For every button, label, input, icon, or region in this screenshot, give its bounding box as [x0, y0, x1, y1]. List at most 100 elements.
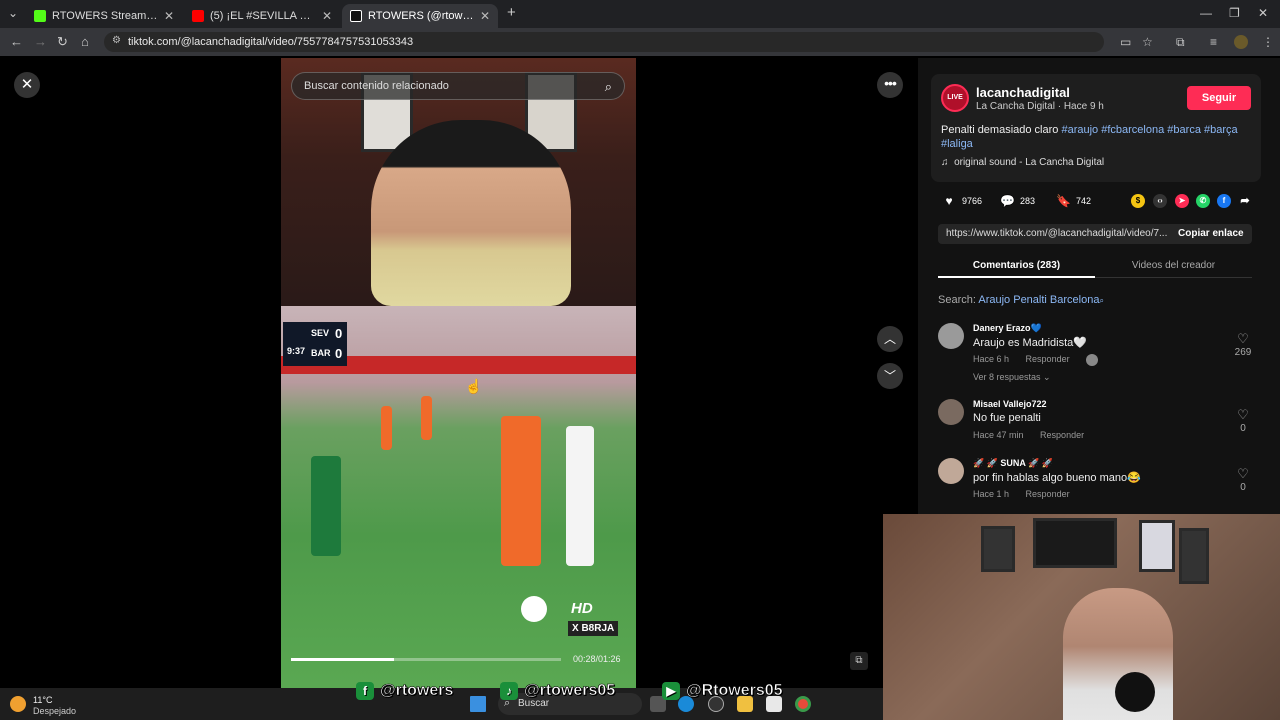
- streamer-webcam-overlay: [883, 514, 1280, 720]
- facebook-icon[interactable]: f: [1217, 194, 1231, 208]
- hashtag-link[interactable]: #laliga: [941, 138, 973, 150]
- window-close-icon[interactable]: ✕: [1258, 6, 1268, 20]
- wall-frame: [1179, 528, 1209, 584]
- sound-label: original sound - La Cancha Digital: [954, 157, 1105, 168]
- back-icon[interactable]: ←: [10, 34, 23, 49]
- ball: [521, 596, 547, 622]
- media-icon[interactable]: ≡: [1210, 35, 1217, 49]
- tab-kick[interactable]: RTOWERS Stream - Watch Live ✕: [26, 4, 182, 28]
- forward-icon[interactable]: →: [34, 34, 47, 49]
- close-tab-icon[interactable]: ✕: [164, 9, 174, 23]
- comment-button[interactable]: 💬 283: [1000, 194, 1035, 208]
- youtube-icon: [192, 10, 204, 22]
- comment-author[interactable]: Danery Erazo💙: [973, 323, 1042, 334]
- comment-avatar[interactable]: [938, 399, 964, 425]
- comment-author[interactable]: Misael Vallejo722: [973, 399, 1047, 409]
- next-video-button[interactable]: ﹀: [877, 363, 903, 389]
- hashtag-link[interactable]: #araujo: [1061, 124, 1098, 136]
- social-handle: @rtowers: [380, 682, 454, 700]
- close-tab-icon[interactable]: ✕: [322, 9, 332, 23]
- more-options-button[interactable]: •••: [877, 72, 903, 98]
- comment-item: Danery Erazo💙 Araujo es Madridista🤍 Hace…: [938, 321, 1258, 391]
- related-search-input[interactable]: Buscar contenido relacionado ⌕: [291, 72, 625, 100]
- creator-username[interactable]: lacanchadigital: [976, 85, 1070, 100]
- overlay-tiktok-handle: ♪ @rtowers05: [500, 680, 616, 702]
- chrome-icon[interactable]: [795, 696, 811, 712]
- weather-widget[interactable]: 11°C Despejado: [10, 693, 90, 716]
- search-icon[interactable]: ⌕: [605, 79, 612, 95]
- url-field[interactable]: ⚙ tiktok.com/@lacanchadigital/video/7557…: [104, 32, 1104, 52]
- hashtag-link[interactable]: #barca: [1167, 124, 1201, 136]
- screen: ⌄ RTOWERS Stream - Watch Live ✕ (5) ¡EL …: [0, 0, 1280, 720]
- comment-like-button[interactable]: ♡ 269: [1228, 331, 1258, 358]
- send-icon[interactable]: ➤: [1175, 194, 1189, 208]
- tab-tiktok[interactable]: RTOWERS (@rtowers05) | T... ✕: [342, 4, 498, 28]
- site-info-icon[interactable]: ⚙: [112, 35, 121, 46]
- social-handle: @rtowers05: [524, 682, 616, 700]
- previous-video-button[interactable]: ︿: [877, 326, 903, 352]
- comment-search-suggestion[interactable]: Search: Araujo Penalti Barcelona⌕: [938, 294, 1104, 306]
- tab-label: (5) ¡EL #SEVILLA de ALEXIS GOL...: [210, 10, 316, 22]
- reload-icon[interactable]: ↻: [57, 34, 68, 50]
- sound-row[interactable]: ♫ original sound - La Cancha Digital: [941, 157, 1104, 168]
- tab-youtube[interactable]: (5) ¡EL #SEVILLA de ALEXIS GOL... ✕: [184, 4, 340, 28]
- embed-icon[interactable]: ‹›: [1153, 194, 1167, 208]
- tab-comments[interactable]: Comentarios (283): [938, 260, 1095, 271]
- comment-text: Araujo es Madridista🤍: [973, 337, 1087, 349]
- social-handle: @Rtowers05: [686, 682, 783, 700]
- reply-button[interactable]: Responder: [1026, 489, 1070, 499]
- picture-in-picture-icon[interactable]: ⧉: [850, 652, 868, 670]
- restore-icon[interactable]: ❐: [1229, 6, 1240, 20]
- video-player[interactable]: 9:37 SEV BAR 0 0 Buscar contenido relaci…: [281, 58, 636, 688]
- view-replies-button[interactable]: Ver 8 respuestas ⌄: [973, 372, 1051, 383]
- comment-like-button[interactable]: ♡ 0: [1228, 466, 1258, 493]
- creator-card: LIVE lacanchadigital La Cancha Digital ·…: [931, 74, 1261, 182]
- extensions-icon[interactable]: ⧉: [1176, 35, 1185, 50]
- youtube-icon: ▶: [662, 682, 680, 700]
- share-arrow-icon[interactable]: ➦: [1238, 194, 1252, 208]
- search-query-link[interactable]: Araujo Penalti Barcelona: [978, 294, 1099, 306]
- home-icon[interactable]: ⌂: [81, 34, 89, 49]
- address-bar: ← → ↻ ⌂ ⚙ tiktok.com/@lacanchadigital/vi…: [0, 28, 1280, 56]
- save-button[interactable]: 🔖 742: [1056, 194, 1091, 208]
- comment-avatar[interactable]: [938, 323, 964, 349]
- menu-icon[interactable]: ⋮: [1262, 35, 1274, 49]
- reply-button[interactable]: Responder: [1026, 354, 1070, 364]
- follow-button[interactable]: Seguir: [1187, 86, 1251, 110]
- whatsapp-icon[interactable]: ✆: [1196, 194, 1210, 208]
- player: [421, 396, 432, 440]
- video-description: Penalti demasiado claro #araujo #fcbarce…: [941, 123, 1251, 151]
- heart-outline-icon: ♡: [1237, 466, 1249, 481]
- coin-icon[interactable]: $: [1131, 194, 1145, 208]
- heart-icon: ♥: [945, 194, 953, 208]
- comment-avatar[interactable]: [938, 458, 964, 484]
- new-tab-button[interactable]: +: [507, 4, 516, 21]
- hashtag-link[interactable]: #fcbarcelona: [1101, 124, 1164, 136]
- overlay-youtube-handle: ▶ @Rtowers05: [662, 680, 783, 702]
- close-video-button[interactable]: ✕: [14, 72, 40, 98]
- reply-button[interactable]: Responder: [1040, 430, 1084, 440]
- comment-like-count: 0: [1240, 423, 1246, 434]
- microphone: [1115, 672, 1155, 712]
- windows-start-icon[interactable]: [470, 696, 486, 712]
- bookmark-star-icon[interactable]: ☆: [1142, 35, 1153, 49]
- tab-list-icon[interactable]: ⌄: [8, 6, 18, 20]
- cast-icon[interactable]: ▭: [1120, 35, 1131, 49]
- hashtag-link[interactable]: #barça: [1204, 124, 1238, 136]
- profile-avatar[interactable]: [1234, 35, 1248, 49]
- weather-temperature: 11°C: [33, 695, 53, 705]
- tab-creator-videos[interactable]: Videos del creador: [1095, 260, 1252, 271]
- progress-fill: [291, 658, 394, 661]
- creator-avatar[interactable]: LIVE: [941, 84, 969, 112]
- close-tab-icon[interactable]: ✕: [480, 9, 490, 23]
- comment-time: Hace 6 h: [973, 354, 1010, 365]
- like-button[interactable]: ♥ 9766: [942, 194, 982, 208]
- share-link-text[interactable]: https://www.tiktok.com/@lacanchadigital/…: [946, 228, 1168, 239]
- comment-author[interactable]: 🚀 🚀 SUNA 🚀 🚀: [973, 458, 1053, 469]
- action-bar: ♥ 9766 💬 283 🔖 742 $ ‹› ➤ ✆ f ➦: [938, 194, 1268, 210]
- share-link-box: https://www.tiktok.com/@lacanchadigital/…: [938, 224, 1252, 244]
- progress-bar[interactable]: [291, 658, 561, 661]
- comment-like-button[interactable]: ♡ 0: [1228, 407, 1258, 434]
- copy-link-button[interactable]: Copiar enlace: [1178, 228, 1244, 239]
- minimize-icon[interactable]: —: [1200, 6, 1212, 20]
